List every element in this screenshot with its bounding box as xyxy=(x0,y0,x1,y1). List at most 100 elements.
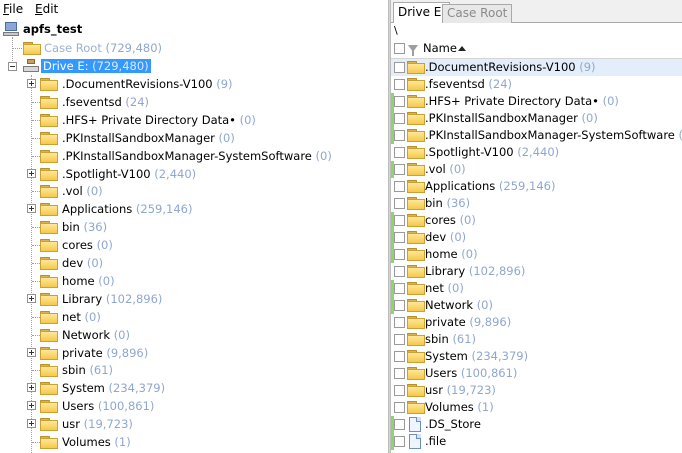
list-row[interactable]: .PKInstallSandboxManager (0) xyxy=(391,110,682,127)
row-checkbox[interactable] xyxy=(394,164,405,175)
list-row[interactable]: Library (102,896) xyxy=(391,263,682,280)
tree-item[interactable]: Users (100,861) xyxy=(62,397,154,415)
list-row[interactable]: .DS_Store xyxy=(391,416,682,433)
list-row[interactable]: Volumes (1) xyxy=(391,399,682,416)
tree-item[interactable]: Library (102,896) xyxy=(62,290,162,308)
row-checkbox[interactable] xyxy=(394,130,405,141)
list-pane[interactable]: Drive E: Case Root \ Name .DocumentRevis… xyxy=(391,0,682,453)
tree-item[interactable]: Network (0) xyxy=(62,326,130,344)
row-checkbox[interactable] xyxy=(394,62,405,73)
list-row[interactable]: Network (0) xyxy=(391,297,682,314)
row-checkbox[interactable] xyxy=(394,198,405,209)
row-checkbox[interactable] xyxy=(394,113,405,124)
list-row[interactable]: .HFS+ Private Directory Data• (0) xyxy=(391,93,682,110)
list-row[interactable]: System (234,379) xyxy=(391,348,682,365)
expand-toggle[interactable] xyxy=(27,401,36,410)
tree-root[interactable]: apfs_test xyxy=(23,20,82,38)
tree-item-case-root[interactable]: Case Root (729,480) xyxy=(44,39,162,57)
row-checkbox[interactable] xyxy=(394,300,405,311)
tree-item[interactable]: usr (19,723) xyxy=(62,415,133,433)
row-checkbox[interactable] xyxy=(394,96,405,107)
tree-item-drive[interactable]: Drive E: (729,480) xyxy=(41,57,151,75)
list-row[interactable]: .Spotlight-V100 (2,440) xyxy=(391,144,682,161)
row-checkbox[interactable] xyxy=(394,385,405,396)
list-item-label: cores (0) xyxy=(425,213,476,227)
tree-connector xyxy=(32,442,40,443)
tree-item[interactable]: .PKInstallSandboxManager (0) xyxy=(62,129,235,147)
tree-connector xyxy=(32,281,40,282)
row-checkbox[interactable] xyxy=(394,334,405,345)
folder-icon xyxy=(407,350,425,363)
tree-item[interactable]: cores (0) xyxy=(62,236,113,254)
list-row[interactable]: net (0) xyxy=(391,280,682,297)
list-item-count: (0) xyxy=(602,94,619,108)
expand-toggle[interactable] xyxy=(27,383,36,392)
menu-edit[interactable]: Edit xyxy=(35,2,58,16)
folder-icon xyxy=(40,311,58,324)
list-row[interactable]: private (9,896) xyxy=(391,314,682,331)
row-checkbox[interactable] xyxy=(394,351,405,362)
row-checkbox[interactable] xyxy=(394,368,405,379)
row-checkbox[interactable] xyxy=(394,283,405,294)
row-checkbox[interactable] xyxy=(394,317,405,328)
row-checkbox[interactable] xyxy=(394,181,405,192)
list-row[interactable]: Users (100,861) xyxy=(391,365,682,382)
tab-case-root[interactable]: Case Root xyxy=(442,4,513,23)
list-row[interactable]: .PKInstallSandboxManager-SystemSoftware … xyxy=(391,127,682,144)
row-checkbox[interactable] xyxy=(394,419,405,430)
tree-item[interactable]: dev (0) xyxy=(62,254,103,272)
tree-pane[interactable]: apfs_test Case Root (729,480) Drive E: (… xyxy=(0,19,388,453)
list-row[interactable]: bin (36) xyxy=(391,195,682,212)
tree-item-count: (0) xyxy=(239,113,256,127)
row-checkbox[interactable] xyxy=(394,249,405,260)
list-row[interactable]: usr (19,723) xyxy=(391,382,682,399)
tree-item[interactable]: Applications (259,146) xyxy=(62,200,192,218)
row-checkbox[interactable] xyxy=(394,402,405,413)
select-all-checkbox[interactable] xyxy=(394,43,405,54)
tree-item[interactable]: .vol (0) xyxy=(62,182,103,200)
tree-item[interactable]: System (234,379) xyxy=(62,379,165,397)
tree-item[interactable]: bin (36) xyxy=(62,218,107,236)
tree-item[interactable]: .DocumentRevisions-V100 (9) xyxy=(62,75,233,93)
row-checkbox[interactable] xyxy=(394,266,405,277)
tree-item[interactable]: private (9,896) xyxy=(62,344,148,362)
tree-item[interactable]: .fseventsd (24) xyxy=(62,93,149,111)
list-row[interactable]: Applications (259,146) xyxy=(391,178,682,195)
tree-item[interactable]: net (0) xyxy=(62,308,101,326)
folder-icon xyxy=(40,185,58,198)
list-row[interactable]: dev (0) xyxy=(391,229,682,246)
expand-toggle[interactable] xyxy=(27,419,36,428)
list-row[interactable]: .DocumentRevisions-V100 (9) xyxy=(391,59,682,76)
expand-toggle[interactable] xyxy=(27,204,36,213)
list-row[interactable]: .vol (0) xyxy=(391,161,682,178)
row-checkbox[interactable] xyxy=(394,436,405,447)
list-row[interactable]: cores (0) xyxy=(391,212,682,229)
expand-toggle[interactable] xyxy=(27,294,36,303)
list-row[interactable]: sbin (61) xyxy=(391,331,682,348)
list-row[interactable]: home (0) xyxy=(391,246,682,263)
menu-file[interactable]: File xyxy=(3,2,23,16)
row-checkbox[interactable] xyxy=(394,232,405,243)
list-row[interactable]: .fseventsd (24) xyxy=(391,76,682,93)
tree-item[interactable]: home (0) xyxy=(62,272,115,290)
expand-toggle[interactable] xyxy=(27,169,36,178)
tree-connector xyxy=(31,75,32,453)
expand-toggle[interactable] xyxy=(27,348,36,357)
collapse-toggle[interactable] xyxy=(8,62,17,71)
row-checkbox[interactable] xyxy=(394,147,405,158)
tree-item[interactable]: sbin (61) xyxy=(62,361,113,379)
tree-item-label: Network xyxy=(62,328,111,342)
list-item-label: .PKInstallSandboxManager (0) xyxy=(425,111,598,125)
row-checkbox[interactable] xyxy=(394,79,405,90)
tree-item[interactable]: .HFS+ Private Directory Data• (0) xyxy=(62,111,256,129)
filter-icon[interactable] xyxy=(408,45,418,56)
row-checkbox[interactable] xyxy=(394,215,405,226)
tree-item-count: (9) xyxy=(216,77,233,91)
tree-item[interactable]: .PKInstallSandboxManager-SystemSoftware … xyxy=(62,147,332,165)
tree-item[interactable]: Volumes (1) xyxy=(62,433,131,451)
list-row[interactable]: .file xyxy=(391,433,682,450)
expand-toggle[interactable] xyxy=(27,79,36,88)
tree-item[interactable]: .Spotlight-V100 (2,440) xyxy=(62,165,196,183)
name-column-header[interactable]: Name xyxy=(423,41,457,55)
list-item-count: (259,146) xyxy=(498,179,556,193)
